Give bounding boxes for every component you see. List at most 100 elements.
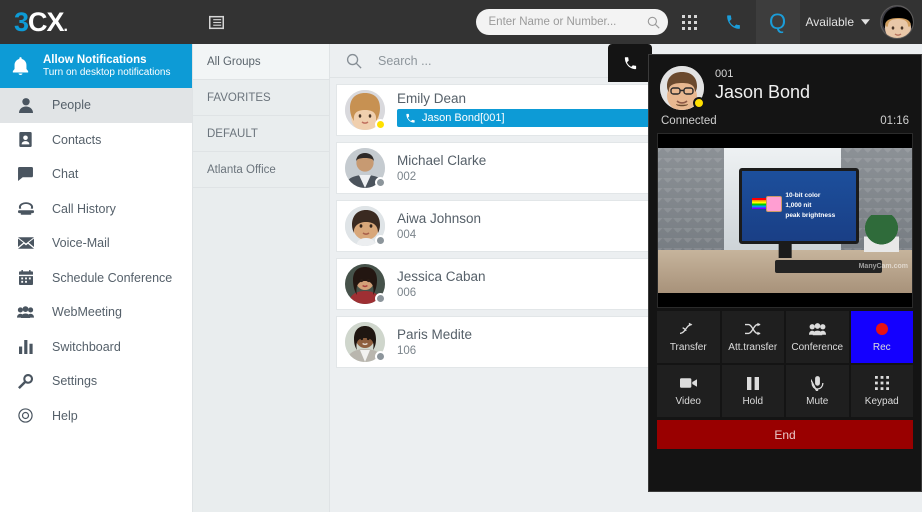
button-label: Conference bbox=[791, 342, 844, 353]
sidebar-item-label: Switchboard bbox=[52, 339, 121, 354]
video-screen-line3: peak brightness bbox=[785, 211, 836, 219]
sidebar-item-chat[interactable]: Chat bbox=[0, 157, 192, 192]
sidebar-item-label: Schedule Conference bbox=[52, 270, 173, 285]
button-label: Mute bbox=[806, 396, 829, 407]
conference-button[interactable]: Conference bbox=[786, 311, 849, 363]
active-call-label: Jason Bond[001] bbox=[422, 112, 505, 125]
sidebar: Allow Notifications Turn on desktop noti… bbox=[0, 44, 193, 512]
search-input[interactable] bbox=[488, 16, 643, 28]
call-name: Jason Bond bbox=[715, 82, 811, 102]
group-item-all-groups[interactable]: All Groups bbox=[193, 44, 329, 80]
group-people-icon bbox=[16, 305, 35, 319]
button-label: Att.transfer bbox=[728, 342, 778, 353]
help-circle-icon bbox=[16, 408, 35, 423]
group-item-favorites[interactable]: FAVORITES bbox=[193, 80, 329, 116]
sidebar-item-label: Contacts bbox=[52, 132, 102, 147]
pause-icon bbox=[746, 375, 759, 391]
end-call-button[interactable]: End bbox=[657, 420, 913, 449]
bell-icon bbox=[12, 56, 29, 76]
transfer-button[interactable]: Transfer bbox=[657, 311, 720, 363]
app-root: 3CX. Enter Name or Number... Q Available… bbox=[0, 0, 922, 512]
queue-q-icon[interactable]: Q bbox=[755, 0, 800, 44]
sidebar-item-call-history[interactable]: Call History bbox=[0, 192, 192, 227]
top-bar: 3CX. Enter Name or Number... Q Available bbox=[0, 0, 922, 44]
attended-transfer-icon bbox=[744, 321, 761, 337]
sidebar-item-people[interactable]: People bbox=[0, 88, 192, 123]
calendar-icon bbox=[16, 270, 35, 286]
presence-dot bbox=[693, 97, 705, 109]
call-controls: Transfer Att.transfer Conference Rec Vid… bbox=[657, 311, 913, 417]
avatar bbox=[345, 264, 386, 304]
sidebar-item-label: Help bbox=[52, 408, 78, 423]
contacts-book-icon bbox=[16, 132, 35, 148]
sidebar-item-schedule-conference[interactable]: Schedule Conference bbox=[0, 261, 192, 296]
envelope-icon bbox=[16, 237, 35, 250]
video-screen-line1: 10-bit color bbox=[785, 192, 821, 200]
phone-icon[interactable] bbox=[712, 0, 756, 44]
presence-dot bbox=[375, 119, 386, 130]
record-button[interactable]: Rec bbox=[850, 311, 913, 363]
sidebar-item-label: Voice-Mail bbox=[52, 236, 110, 251]
sidebar-item-label: Settings bbox=[52, 374, 98, 389]
presence-status-dropdown[interactable]: Available bbox=[800, 15, 880, 29]
avatar bbox=[345, 206, 386, 246]
logo-dot: . bbox=[63, 17, 69, 35]
groups-column: All Groups FAVORITES DEFAULT Atlanta Off… bbox=[193, 44, 330, 512]
mute-microphone-icon bbox=[810, 375, 824, 391]
sidebar-item-webmeeting[interactable]: WebMeeting bbox=[0, 295, 192, 330]
avatar bbox=[345, 90, 386, 130]
allow-notifications-banner[interactable]: Allow Notifications Turn on desktop noti… bbox=[0, 44, 192, 88]
call-status-row: Connected 01:16 bbox=[657, 110, 913, 133]
attended-transfer-button[interactable]: Att.transfer bbox=[721, 311, 784, 363]
sidebar-item-label: People bbox=[52, 98, 91, 113]
sidebar-item-settings[interactable]: Settings bbox=[0, 364, 192, 399]
button-label: Transfer bbox=[669, 342, 707, 353]
sidebar-item-label: Chat bbox=[52, 167, 79, 182]
call-tab-phone-icon[interactable] bbox=[608, 44, 652, 82]
mute-button[interactable]: Mute bbox=[786, 365, 849, 417]
button-label: Rec bbox=[872, 342, 891, 353]
sidebar-item-contacts[interactable]: Contacts bbox=[0, 123, 192, 158]
presence-status-label: Available bbox=[805, 15, 854, 29]
sidebar-item-label: Call History bbox=[52, 201, 116, 216]
group-label: FAVORITES bbox=[207, 91, 271, 104]
group-item-default[interactable]: DEFAULT bbox=[193, 116, 329, 152]
video-monitor: 10-bit color 1,000 nit peak brightness bbox=[739, 168, 859, 244]
dialpad-icon[interactable] bbox=[668, 0, 712, 44]
keypad-button[interactable]: Keypad bbox=[850, 365, 913, 417]
user-avatar[interactable] bbox=[880, 5, 914, 39]
call-extension: 001 bbox=[715, 68, 734, 80]
nyan-cat-graphic bbox=[752, 196, 782, 212]
sidebar-item-help[interactable]: Help bbox=[0, 399, 192, 434]
transfer-arrow-icon bbox=[680, 321, 696, 337]
global-search[interactable] bbox=[475, 9, 668, 35]
notification-text: Allow Notifications Turn on desktop noti… bbox=[43, 53, 170, 80]
call-timer: 01:16 bbox=[880, 115, 909, 127]
chat-bubble-icon bbox=[16, 167, 35, 182]
sidebar-item-switchboard[interactable]: Switchboard bbox=[0, 330, 192, 365]
group-label: All Groups bbox=[207, 55, 261, 68]
video-camera-icon bbox=[679, 375, 697, 391]
group-label: DEFAULT bbox=[207, 127, 258, 140]
record-dot-icon bbox=[875, 321, 888, 337]
video-scene: 10-bit color 1,000 nit peak brightness M… bbox=[658, 148, 912, 293]
presence-dot bbox=[375, 351, 386, 362]
hold-button[interactable]: Hold bbox=[721, 365, 784, 417]
video-screen-text: 10-bit color 1,000 nit peak brightness bbox=[785, 191, 835, 220]
notification-title: Allow Notifications bbox=[43, 53, 147, 66]
dialpad-icon bbox=[874, 375, 889, 391]
video-button[interactable]: Video bbox=[657, 365, 720, 417]
logo-3: 3 bbox=[14, 6, 29, 37]
presence-dot bbox=[375, 235, 386, 246]
sidebar-item-voicemail[interactable]: Voice-Mail bbox=[0, 226, 192, 261]
presence-dot bbox=[375, 177, 386, 188]
list-view-icon[interactable] bbox=[193, 0, 239, 44]
group-item-atlanta-office[interactable]: Atlanta Office bbox=[193, 152, 329, 188]
search-icon bbox=[647, 16, 660, 29]
old-phone-icon bbox=[16, 202, 35, 215]
button-label: Hold bbox=[742, 396, 764, 407]
call-header: 001 Jason Bond bbox=[657, 63, 913, 110]
app-logo: 3CX. bbox=[0, 0, 193, 44]
sidebar-item-label: WebMeeting bbox=[52, 305, 122, 320]
call-video-feed[interactable]: 10-bit color 1,000 nit peak brightness M… bbox=[657, 133, 913, 308]
